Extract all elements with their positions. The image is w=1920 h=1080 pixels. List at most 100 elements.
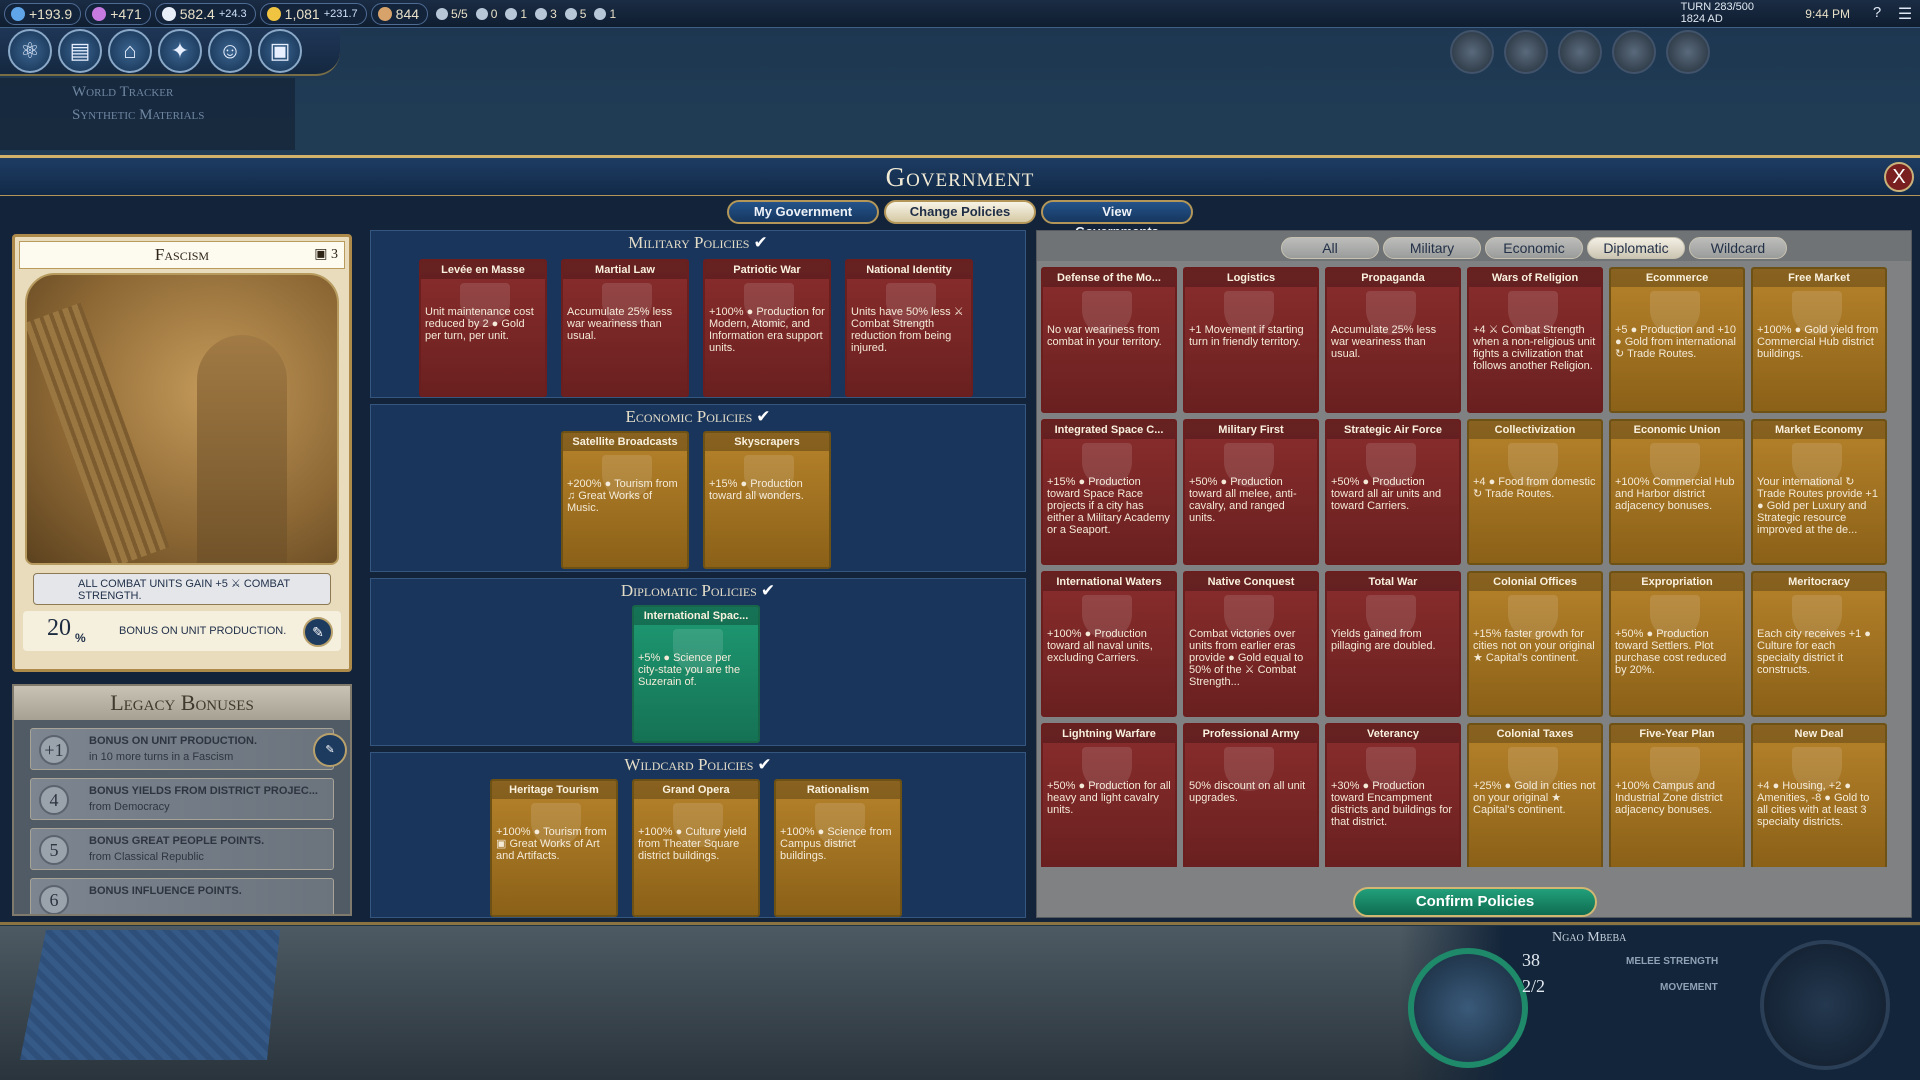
leader-portrait[interactable]	[1612, 30, 1656, 74]
tourism-yield[interactable]: 844	[370, 2, 429, 25]
policy-slot-military[interactable]: Levée en Masse Unit maintenance cost redu…	[419, 259, 547, 397]
policy-card[interactable]: Economic Union +100% Commercial Hub and H…	[1609, 419, 1745, 565]
leader-portrait[interactable]	[1450, 30, 1494, 74]
policy-slot-wildcard[interactable]: Rationalism +100% ● Science from Campus d…	[774, 779, 902, 917]
great-person-4[interactable]: 1	[594, 7, 616, 21]
policy-card[interactable]: Total War Yields gained from pillaging ar…	[1325, 571, 1461, 717]
tab-my-government[interactable]: My Government	[727, 200, 879, 224]
trade-route-icon	[436, 7, 449, 20]
policy-card[interactable]: Integrated Space C... +15% ● Production t…	[1041, 419, 1177, 565]
legacy-title: Legacy Bonuses	[14, 686, 350, 720]
policy-card[interactable]: Native Conquest Combat victories over uni…	[1183, 571, 1319, 717]
policy-card[interactable]: Lightning Warfare +50% ● Production for a…	[1041, 723, 1177, 867]
strength-value: 38	[1522, 950, 1540, 970]
great-person-3[interactable]: 5	[564, 7, 586, 21]
policy-slot-wildcard[interactable]: Grand Opera +100% ● Culture yield from Th…	[632, 779, 760, 917]
filter-wildcard[interactable]: Wildcard	[1689, 237, 1787, 259]
unit-portrait[interactable]	[1408, 948, 1528, 1068]
legacy-row: 6 BONUS INFLUENCE POINTS.	[30, 878, 334, 914]
policy-card[interactable]: New Deal +4 ● Housing, +2 ● Amenities, -8…	[1751, 723, 1887, 867]
tab-view-governments[interactable]: View Governments	[1041, 200, 1193, 239]
minimap[interactable]	[20, 930, 280, 1060]
policy-card[interactable]: Colonial Offices +15% faster growth for c…	[1467, 571, 1603, 717]
policy-card[interactable]: Five-Year Plan +100% Campus and Industria…	[1609, 723, 1745, 867]
menu-button[interactable]: ☰	[1896, 4, 1914, 23]
quill-icon[interactable]: ✎	[313, 733, 347, 767]
filter-all[interactable]: All	[1281, 237, 1379, 259]
legacy-row: +1 BONUS ON UNIT PRODUCTION. in 10 more …	[30, 728, 347, 770]
policy-card[interactable]: Logistics +1 Movement if starting turn in…	[1183, 267, 1319, 413]
policy-card[interactable]: Market Economy Your international ↻ Trade…	[1751, 419, 1887, 565]
policy-card[interactable]: Defense of the Mo... No war weariness fro…	[1041, 267, 1177, 413]
science-icon	[11, 6, 25, 21]
statue-image	[197, 335, 287, 563]
envoys[interactable]: 0	[475, 7, 497, 21]
science-icon[interactable]: ⚛	[8, 29, 52, 73]
policy-card[interactable]: Meritocracy Each city receives +1 ● Cultu…	[1751, 571, 1887, 717]
resource-bar: +193.9 +471 582.4 +24.3 1,081 +231.7 844 5…	[0, 0, 1920, 28]
help-button[interactable]: ?	[1868, 4, 1886, 22]
policy-card[interactable]: International Waters +100% ● Production t…	[1041, 571, 1177, 717]
policy-card[interactable]: Colonial Taxes +25% ● Gold in cities not …	[1467, 723, 1603, 867]
policy-card[interactable]: Strategic Air Force +50% ● Production tow…	[1325, 419, 1461, 565]
policy-slot-military[interactable]: National Identity Units have 50% less ⚔ C…	[845, 259, 973, 397]
next-action-button[interactable]	[1760, 940, 1890, 1070]
policy-card[interactable]: Collectivization +4 ● Food from domestic …	[1467, 419, 1603, 565]
quill-icon[interactable]: ✎	[303, 617, 333, 647]
unit-name: Ngao Mbeba	[1552, 930, 1627, 945]
policy-slot-economic[interactable]: Satellite Broadcasts +200% ● Tourism from…	[561, 431, 689, 569]
catalog-filter-tabs: All Military Economic Diplomatic Wildcar…	[1037, 231, 1911, 261]
tab-change-policies[interactable]: Change Policies	[884, 200, 1036, 224]
trade-routes[interactable]: 5/5	[436, 7, 468, 21]
government-icon[interactable]: ⌂	[108, 29, 152, 73]
filter-economic[interactable]: Economic	[1485, 237, 1583, 259]
legacy-bonuses: Legacy Bonuses +1 BONUS ON UNIT PRODUCTI…	[12, 684, 352, 916]
confirm-policies-button[interactable]: Confirm Policies	[1353, 887, 1597, 917]
faith-yield[interactable]: 582.4 +24.3	[154, 2, 256, 25]
gold-icon	[266, 6, 281, 21]
government-artwork	[25, 273, 339, 565]
science-yield[interactable]: +193.9	[4, 2, 82, 25]
great-people-icon[interactable]: ☺	[208, 29, 252, 73]
great-works-icon[interactable]: ▣	[258, 29, 302, 73]
policy-card[interactable]: Military First +50% ● Production toward a…	[1183, 419, 1319, 565]
faith-icon	[161, 6, 176, 21]
policy-slot-economic[interactable]: Skyscrapers +15% ● Production toward all …	[703, 431, 831, 569]
check-icon: ✔	[753, 233, 768, 252]
gold-yield[interactable]: 1,081 +231.7	[259, 2, 367, 25]
policy-card[interactable]: Free Market +100% ● Gold yield from Comme…	[1751, 267, 1887, 413]
policy-card[interactable]: Wars of Religion +4 ⚔ Combat Strength whe…	[1467, 267, 1603, 413]
legacy-row: 5 BONUS GREAT PEOPLE POINTS. from Classi…	[30, 828, 334, 870]
civics-icon[interactable]: ▤	[58, 29, 102, 73]
fasces-image	[27, 302, 170, 563]
policy-card[interactable]: Professional Army 50% discount on all uni…	[1183, 723, 1319, 867]
policy-card[interactable]: Ecommerce +5 ● Production and +10 ● Gold …	[1609, 267, 1745, 413]
filter-military[interactable]: Military	[1383, 237, 1481, 259]
leader-portrait[interactable]	[1666, 30, 1710, 74]
panel-title-bar: Government X	[0, 158, 1920, 196]
policy-slot-military[interactable]: Patriotic War +100% ● Production for Mode…	[703, 259, 831, 397]
government-legacy-bonus: 20 % BONUS ON UNIT PRODUCTION. ✎	[23, 611, 341, 651]
launch-bar: ⚛ ▤ ⌂ ✦ ☺ ▣	[0, 28, 340, 76]
diplomatic-policies-section: Diplomatic Policies ✔ International Spac.…	[370, 578, 1026, 746]
great-person-1[interactable]: 1	[505, 7, 527, 21]
section-heading: Military Policies ✔	[628, 233, 768, 252]
policy-card[interactable]: Veterancy +30% ● Production toward Encamp…	[1325, 723, 1461, 867]
check-icon: ✔	[757, 755, 772, 774]
leader-portrait[interactable]	[1558, 30, 1602, 74]
economic-policies-section: Economic Policies ✔ Satellite Broadcasts +…	[370, 404, 1026, 572]
religion-icon[interactable]: ✦	[158, 29, 202, 73]
government-bonus: ALL COMBAT UNITS GAIN +5 ⚔ COMBAT STRENG…	[33, 573, 331, 605]
military-policies-section: Military Policies ✔ Levée en Masse Unit ma…	[370, 230, 1026, 398]
culture-yield[interactable]: +471	[85, 2, 151, 25]
policy-card[interactable]: Expropriation +50% ● Production toward Se…	[1609, 571, 1745, 717]
policy-slot-military[interactable]: Martial Law Accumulate 25% less war weari…	[561, 259, 689, 397]
policy-slot-diplomatic[interactable]: International Spac... +5% ● Science per c…	[632, 605, 760, 743]
policy-slot-wildcard[interactable]: Heritage Tourism +100% ● Tourism from ▣ G…	[490, 779, 618, 917]
leader-portrait[interactable]	[1504, 30, 1548, 74]
close-button[interactable]: X	[1884, 162, 1914, 192]
policy-card[interactable]: Propaganda Accumulate 25% less war wearin…	[1325, 267, 1461, 413]
filter-diplomatic[interactable]: Diplomatic	[1587, 237, 1685, 259]
great-person-2[interactable]: 3	[535, 7, 557, 21]
policy-card-grid: Defense of the Mo... No war weariness fro…	[1041, 267, 1909, 867]
